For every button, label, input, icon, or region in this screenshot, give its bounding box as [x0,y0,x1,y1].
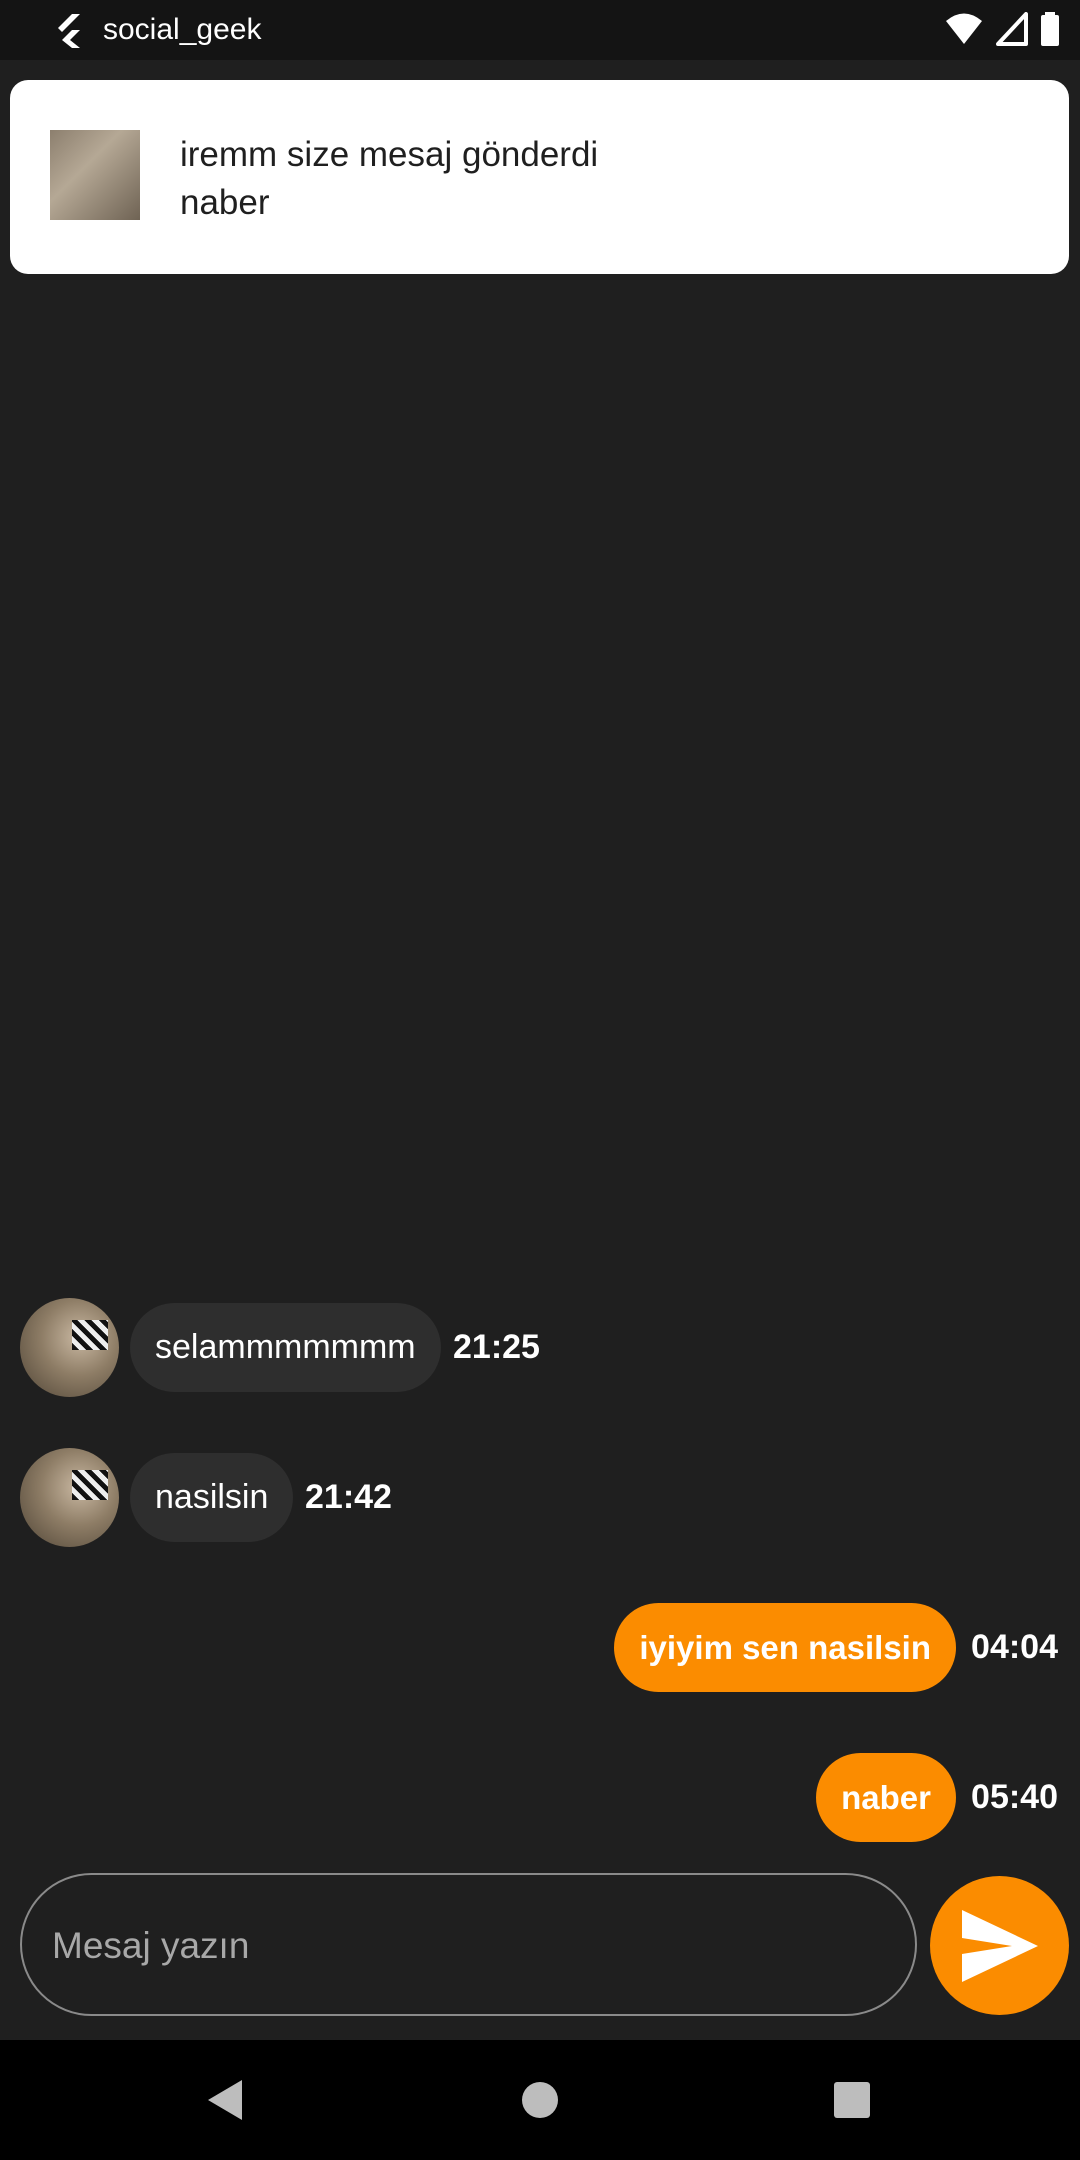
message-notification-card[interactable]: iremm size mesaj gönderdi naber [10,80,1069,274]
wifi-icon [946,13,983,44]
flutter-logo-icon [58,14,80,48]
message-time: 21:25 [453,1328,540,1366]
notification-title: iremm size mesaj gönderdi [180,135,599,174]
status-bar: social_geek [0,0,1080,60]
message-time: 04:04 [971,1628,1058,1666]
status-icons [937,12,1060,48]
sender-avatar[interactable] [20,1298,119,1397]
message-bubble-outgoing[interactable]: naber [816,1753,956,1842]
signal-icon [995,12,1028,46]
message-bubble-incoming[interactable]: selammmmmmm [130,1303,441,1392]
status-app-name: social_geek [103,13,262,46]
message-row-incoming: nasilsin 21:42 [0,1448,1080,1548]
battery-icon [1041,12,1059,46]
message-composer [20,1873,917,2016]
send-icon [962,1910,1038,1982]
message-time: 05:40 [971,1778,1058,1816]
send-button[interactable] [930,1876,1069,2015]
notification-thumbnail [50,130,140,220]
message-time: 21:42 [305,1478,392,1516]
message-bubble-outgoing[interactable]: iyiyim sen nasilsin [614,1603,956,1692]
message-row-outgoing: iyiyim sen nasilsin 04:04 [0,1598,1080,1698]
message-input[interactable] [50,1875,894,2016]
message-bubble-incoming[interactable]: nasilsin [130,1453,294,1542]
system-nav-bar [0,2040,1080,2160]
home-icon[interactable] [522,2082,558,2118]
notification-body: naber [180,183,270,222]
message-row-outgoing: naber 05:40 [0,1748,1080,1848]
recents-icon[interactable] [834,2082,870,2118]
message-row-incoming: selammmmmmm 21:25 [0,1298,1080,1398]
back-icon[interactable] [204,2078,244,2122]
sender-avatar[interactable] [20,1448,119,1547]
